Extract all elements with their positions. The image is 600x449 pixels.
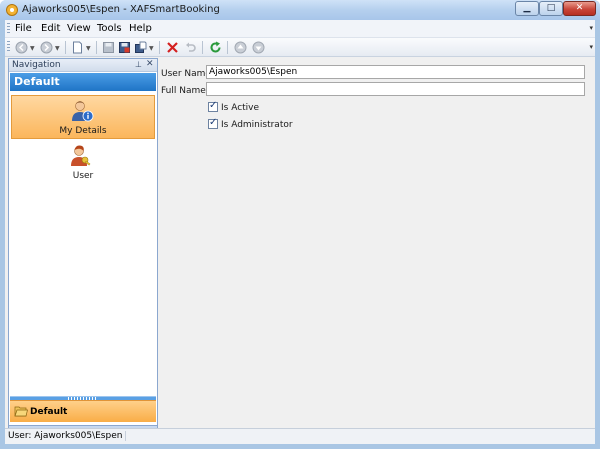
save-and-close-icon (118, 42, 130, 53)
new-dropdown-icon[interactable]: ▼ (86, 45, 91, 52)
toolbar-separator (96, 41, 97, 54)
menu-overflow-icon[interactable]: ▾ (589, 24, 593, 32)
save-icon (102, 42, 114, 53)
application-window: Ajaworks005\Espen - XAFSmartBooking ▁ □ … (0, 0, 600, 449)
navigation-title: Navigation (12, 60, 61, 70)
next-record-icon (252, 41, 264, 54)
new-button[interactable] (69, 40, 85, 55)
back-icon (15, 41, 27, 54)
toolbar-separator (159, 41, 160, 54)
back-dropdown-icon[interactable]: ▼ (30, 45, 35, 52)
detail-view: User Name: Ajaworks005\Espen Full Name: … (158, 58, 595, 444)
toolbar-separator (202, 41, 203, 54)
delete-icon (166, 42, 178, 53)
menu-grip-handle[interactable] (7, 23, 10, 35)
nav-item-label: User (72, 171, 94, 181)
menu-file[interactable]: File (15, 23, 32, 34)
back-button[interactable] (13, 40, 29, 55)
save-and-new-button[interactable] (132, 40, 148, 55)
window-title: Ajaworks005\Espen - XAFSmartBooking (22, 4, 220, 15)
menu-bar: File Edit View Tools Help ▾ (5, 20, 595, 38)
toolbar-overflow-icon[interactable]: ▾ (589, 43, 593, 51)
previous-record-icon (234, 41, 246, 54)
forward-icon (40, 41, 52, 54)
nav-item-user[interactable]: User (11, 141, 155, 185)
full-name-label: Full Name: (161, 86, 209, 96)
new-icon (72, 41, 82, 54)
title-bar[interactable]: Ajaworks005\Espen - XAFSmartBooking ▁ □ … (0, 0, 600, 20)
navigation-header: Navigation ⊥ ✕ (9, 59, 157, 72)
close-panel-icon[interactable]: ✕ (146, 59, 154, 69)
navigation-group-title: Default (10, 73, 156, 91)
toolbar-separator (65, 41, 66, 54)
folder-icon (14, 406, 28, 417)
menu-help[interactable]: Help (129, 23, 152, 34)
save-and-new-icon (134, 41, 146, 53)
menu-edit[interactable]: Edit (41, 23, 60, 34)
save-and-close-button[interactable] (116, 40, 132, 55)
toolbar-separator (227, 41, 228, 54)
is-administrator-label: Is Administrator (221, 120, 293, 130)
full-name-field[interactable] (206, 82, 585, 96)
minimize-button[interactable]: ▁ (515, 1, 539, 16)
nav-item-my-details[interactable]: My Details (11, 95, 155, 139)
is-administrator-checkbox[interactable] (208, 117, 218, 129)
navigation-group-button[interactable]: Default (10, 400, 156, 422)
maximize-button[interactable]: □ (539, 1, 563, 16)
toolbar-grip-handle[interactable] (7, 41, 10, 53)
pin-icon[interactable]: ⊥ (135, 60, 142, 69)
save-dropdown-icon[interactable]: ▼ (149, 45, 154, 52)
navigation-group-label: Default (30, 407, 68, 417)
status-user-text: User: Ajaworks005\Espen (8, 431, 127, 441)
user-info-icon (72, 101, 94, 122)
close-window-button[interactable]: ✕ (563, 1, 596, 16)
undo-icon (185, 42, 196, 52)
user-key-icon (71, 145, 91, 166)
app-icon (6, 4, 18, 16)
refresh-icon (210, 41, 220, 53)
window-client-area: File Edit View Tools Help ▾ ▼ ▼ ▼ ▼ ▾ Na… (5, 20, 595, 444)
user-name-field[interactable]: Ajaworks005\Espen (206, 65, 585, 79)
toolbar: ▼ ▼ ▼ ▼ ▾ (5, 38, 595, 57)
menu-view[interactable]: View (67, 23, 91, 34)
refresh-button[interactable] (207, 40, 223, 55)
status-bar: User: Ajaworks005\Espen (5, 428, 595, 444)
previous-record-button[interactable] (232, 40, 248, 55)
forward-button[interactable] (38, 40, 54, 55)
undo-button[interactable] (182, 40, 198, 55)
is-active-checkbox[interactable] (208, 100, 218, 112)
menu-tools[interactable]: Tools (97, 23, 122, 34)
delete-button[interactable] (164, 40, 180, 55)
save-button[interactable] (100, 40, 116, 55)
is-active-label: Is Active (221, 103, 260, 113)
navigation-panel: Navigation ⊥ ✕ Default My Details User D… (8, 58, 158, 426)
forward-dropdown-icon[interactable]: ▼ (55, 45, 60, 52)
nav-item-label: My Details (59, 126, 107, 136)
next-record-button[interactable] (250, 40, 266, 55)
